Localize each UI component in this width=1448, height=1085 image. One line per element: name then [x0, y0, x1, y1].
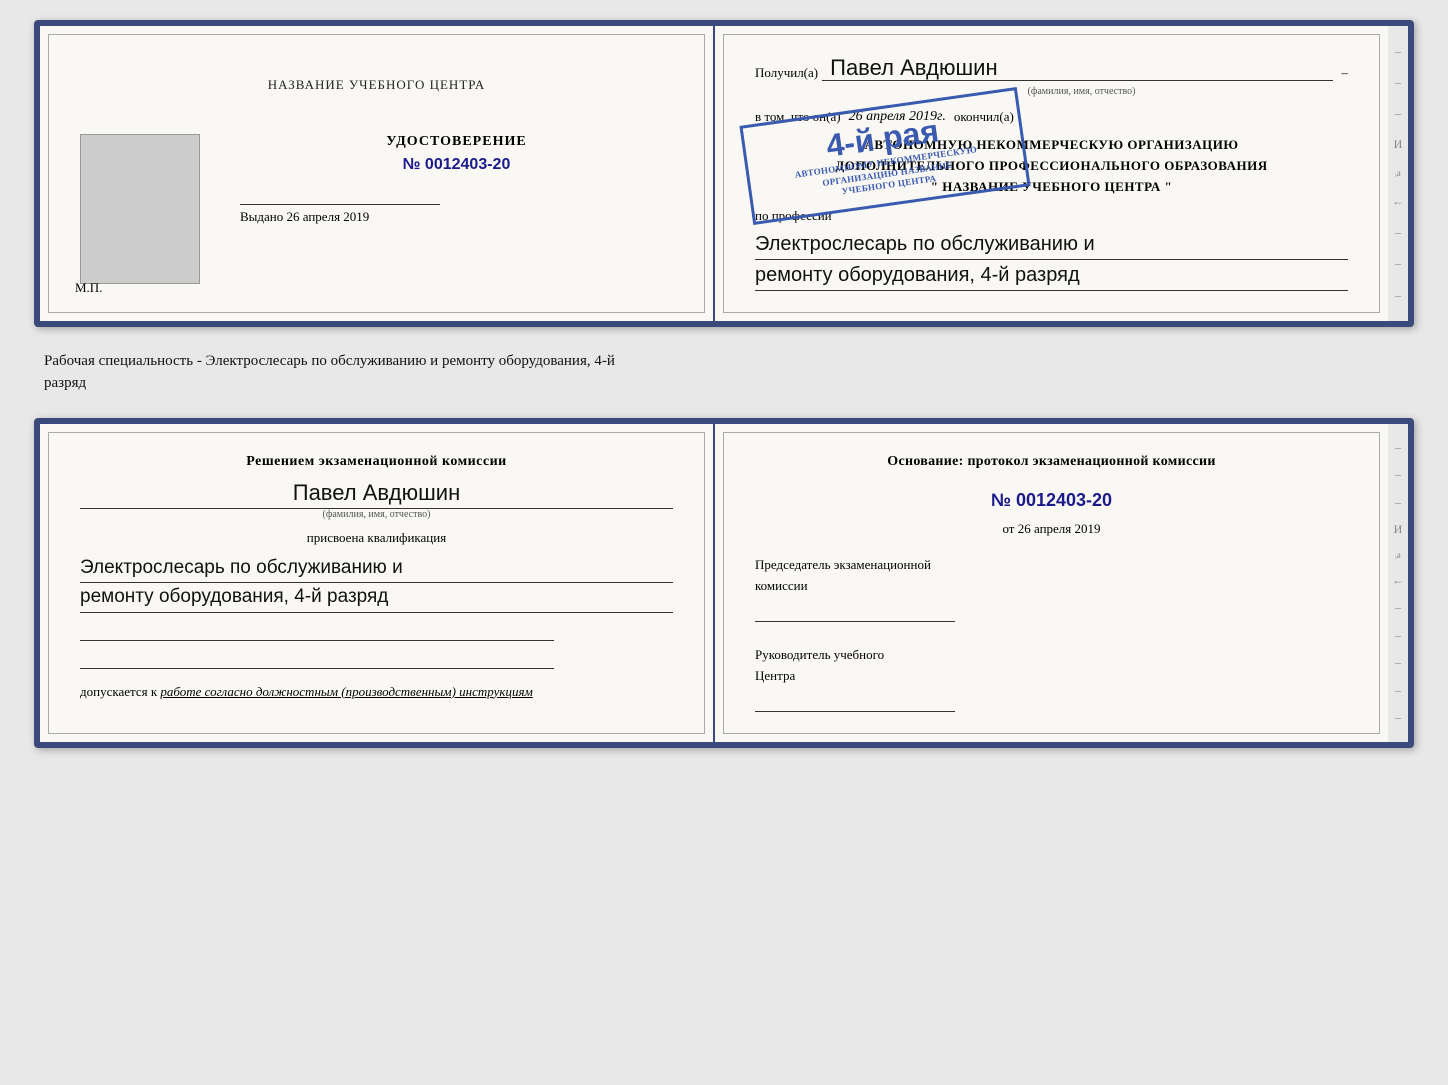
- photo-placeholder: [80, 134, 200, 284]
- bottom-fio-label: (фамилия, имя, отчество): [80, 509, 673, 520]
- dash-after-name: –: [1342, 65, 1349, 81]
- prisvoena-label: присвоена квалификация: [80, 530, 673, 546]
- right-edge-marks: – – – И ᵢа ← – – –: [1388, 26, 1408, 321]
- bottom-right-page: Основание: протокол экзаменационной коми…: [715, 424, 1388, 742]
- ot-date-val: 26 апреля 2019: [1018, 521, 1101, 536]
- decision-title: Решением экзаменационной комиссии: [80, 454, 673, 470]
- vtom-date: 26 апреля 2019г.: [849, 109, 946, 125]
- bottom-person-name: Павел Авдюшин: [80, 480, 673, 509]
- rukov-line1: Руководитель учебного: [755, 647, 1348, 663]
- ot-label: от: [1002, 521, 1014, 536]
- issued-label: Выдано: [240, 209, 283, 224]
- qual-line1: Электрослесарь по обслуживанию и: [80, 554, 673, 584]
- profession-line2: ремонту оборудования, 4-й разряд: [755, 260, 1348, 291]
- org-line3: " НАЗВАНИЕ УЧЕБНОГО ЦЕНТРА ": [755, 177, 1348, 198]
- profession-line1: Электрослесарь по обслуживанию и: [755, 229, 1348, 260]
- title-block: НАЗВАНИЕ УЧЕБНОГО ЦЕНТРА: [80, 76, 673, 94]
- qual-line2: ремонту оборудования, 4-й разряд: [80, 583, 673, 613]
- middle-text-block: Рабочая специальность - Электрослесарь п…: [34, 345, 1414, 400]
- bottom-left-page: Решением экзаменационной комиссии Павел …: [40, 424, 715, 742]
- bottom-booklet: Решением экзаменационной комиссии Павел …: [34, 418, 1414, 748]
- po-professii: по профессии: [755, 208, 1348, 224]
- dop-label: допускается к: [80, 684, 157, 699]
- vtom-label: в том, что он(а): [755, 109, 841, 125]
- mp-label: М.П.: [75, 280, 102, 296]
- fio-label-top: (фамилия, имя, отчество): [815, 86, 1348, 97]
- issued-line: Выдано 26 апреля 2019: [240, 204, 440, 225]
- rukov-line2: Центра: [755, 668, 1348, 684]
- top-left-page: НАЗВАНИЕ УЧЕБНОГО ЦЕНТРА УДОСТОВЕРЕНИЕ №…: [40, 26, 715, 321]
- org-block: АВТОНОМНУЮ НЕКОММЕРЧЕСКУЮ ОРГАНИЗАЦИЮ ДО…: [755, 135, 1348, 197]
- dop-italic: работе согласно должностным (производств…: [160, 684, 532, 699]
- chairman-sig-line: [755, 602, 955, 622]
- chairman-line1: Председатель экзаменационной: [755, 557, 1348, 573]
- sig-line-1: [80, 621, 554, 641]
- center-title: НАЗВАНИЕ УЧЕБНОГО ЦЕНТРА: [80, 76, 673, 94]
- osnov-title: Основание: протокол экзаменационной коми…: [755, 454, 1348, 470]
- org-line2: ДОПОЛНИТЕЛЬНОГО ПРОФЕССИОНАЛЬНОГО ОБРАЗО…: [755, 156, 1348, 177]
- udost-label: УДОСТОВЕРЕНИЕ: [240, 134, 673, 150]
- middle-text-line2: разряд: [44, 375, 86, 391]
- sig-line-2: [80, 649, 554, 669]
- chairman-line2: комиссии: [755, 578, 1348, 594]
- vtom-line: в том, что он(а) 26 апреля 2019г. окончи…: [755, 109, 1348, 125]
- cert-info: УДОСТОВЕРЕНИЕ № 0012403-20 Выдано 26 апр…: [80, 134, 673, 284]
- finished-label: окончил(а): [954, 109, 1014, 125]
- middle-text-line1: Рабочая специальность - Электрослесарь п…: [44, 353, 615, 369]
- cert-text: УДОСТОВЕРЕНИЕ № 0012403-20 Выдано 26 апр…: [240, 134, 673, 225]
- rukov-sig-line: [755, 692, 955, 712]
- received-label: Получил(а): [755, 65, 818, 81]
- top-booklet: НАЗВАНИЕ УЧЕБНОГО ЦЕНТРА УДОСТОВЕРЕНИЕ №…: [34, 20, 1414, 327]
- dopuskaetsya-block: допускается к работе согласно должностны…: [80, 684, 673, 700]
- org-line1: АВТОНОМНУЮ НЕКОММЕРЧЕСКУЮ ОРГАНИЗАЦИЮ: [755, 135, 1348, 156]
- top-right-page: 4-й рая АВТОНОМНОМУ НЕКОММЕРЧЕСКУЮ ОРГАН…: [715, 26, 1388, 321]
- protocol-num: № 0012403-20: [755, 490, 1348, 511]
- recipient-name: Павел Авдюшин: [822, 56, 1332, 81]
- recipient-line: Получил(а) Павел Авдюшин –: [755, 56, 1348, 81]
- issued-date: 26 апреля 2019: [287, 209, 370, 224]
- bottom-right-edge-marks: – – – И ᵢа ← – – – – –: [1388, 424, 1408, 742]
- cert-number: № 0012403-20: [240, 156, 673, 174]
- ot-date: от 26 апреля 2019: [755, 521, 1348, 537]
